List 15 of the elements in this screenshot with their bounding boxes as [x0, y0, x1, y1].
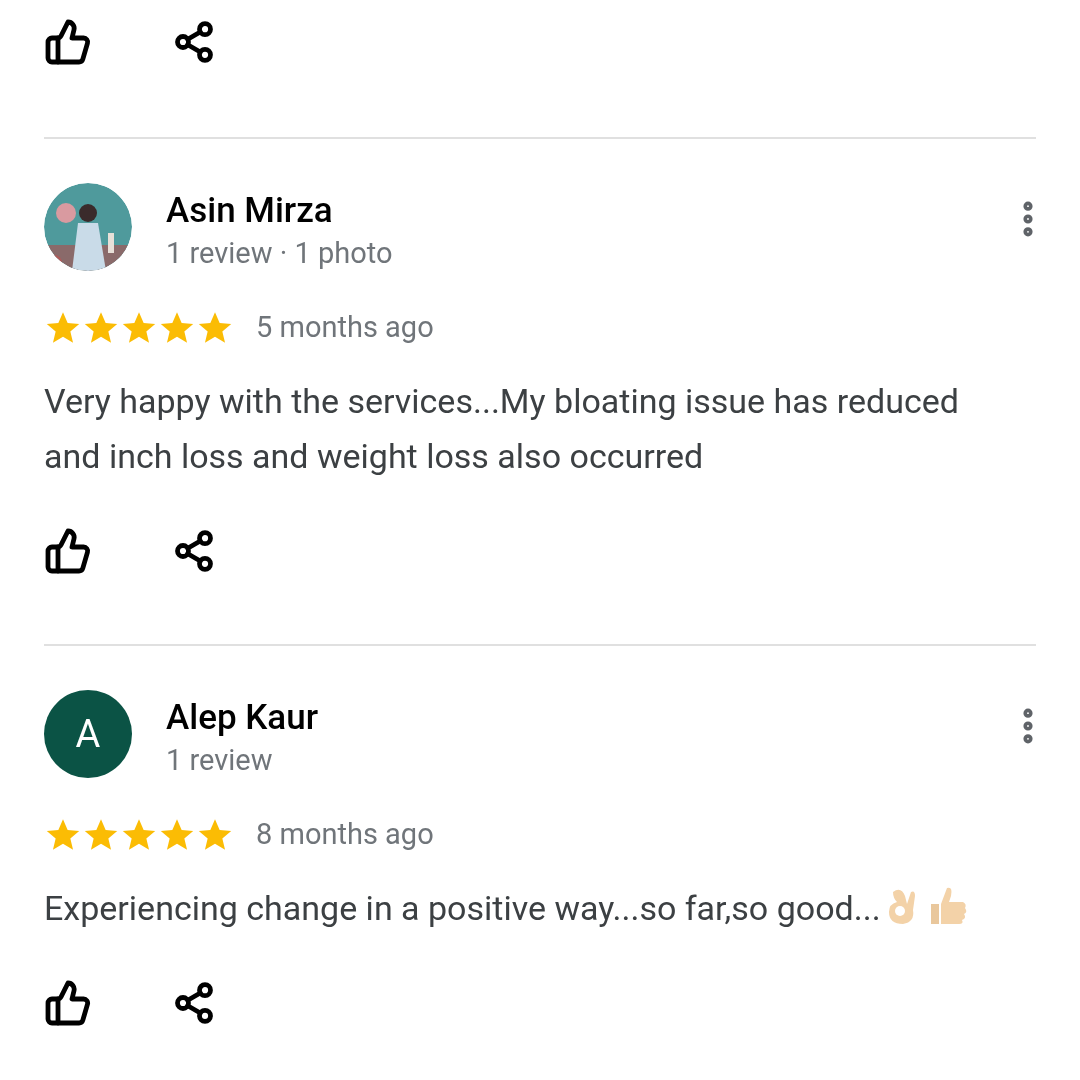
share-icon[interactable]	[172, 529, 216, 573]
reviewer-stats: 1 review	[166, 742, 273, 779]
reviewer-name[interactable]: Asin Mirza	[166, 189, 333, 233]
reviewer-name[interactable]: Alep Kaur	[166, 696, 319, 740]
thumbs-up-icon[interactable]	[44, 527, 92, 575]
share-icon[interactable]	[172, 20, 216, 64]
review-time: 5 months ago	[256, 309, 434, 347]
review-text: Very happy with the services...My bloating issue has reduced and inch loss and weight loss also occurred	[44, 381, 959, 476]
thumbs-up-icon[interactable]	[44, 979, 92, 1027]
review-text: Experiencing change in a positive way...so far,so good...	[44, 888, 881, 928]
avatar-letter: A	[44, 690, 132, 778]
review-time: 8 months ago	[256, 816, 434, 854]
thumbs-up-icon[interactable]	[44, 18, 92, 66]
share-icon[interactable]	[172, 981, 216, 1025]
reviewer-stats: 1 review · 1 photo	[166, 235, 393, 272]
